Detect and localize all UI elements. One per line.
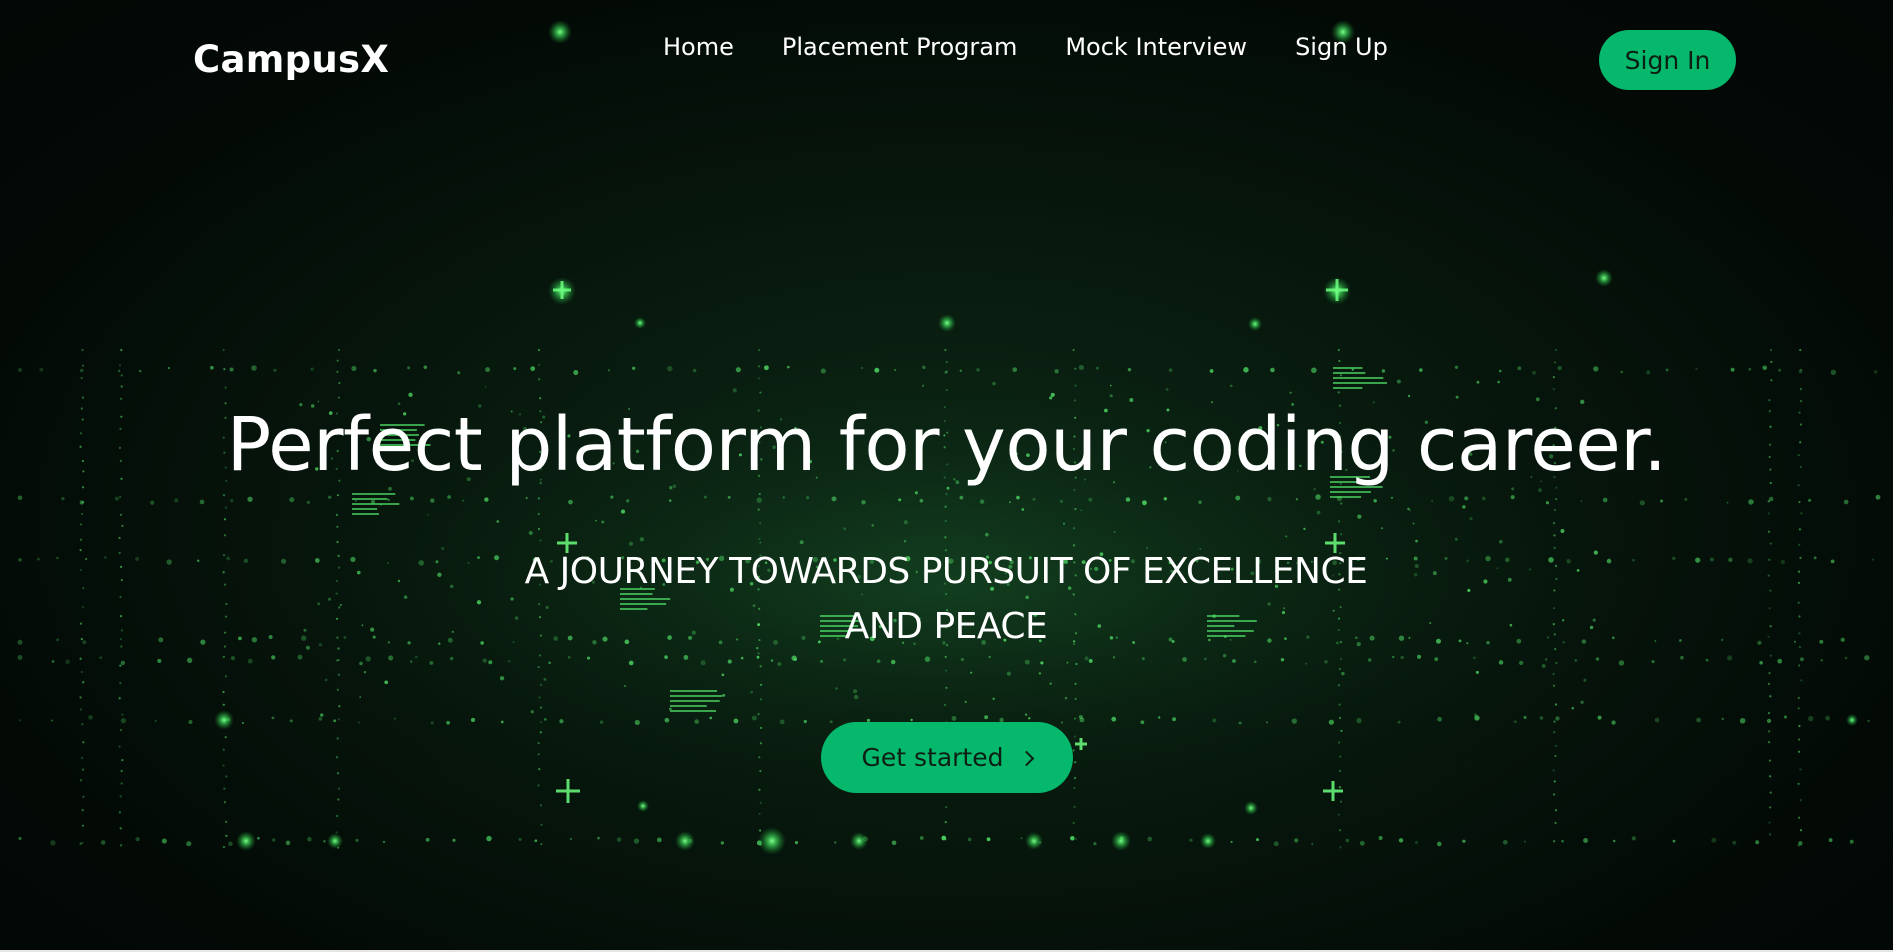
- hero-subtitle: A JOURNEY TOWARDS PURSUIT OF EXCELLENCE …: [524, 551, 1368, 647]
- hero-section: CampusX Home Placement Program Mock Inte…: [0, 0, 1893, 950]
- sign-in-button[interactable]: Sign In: [1599, 30, 1736, 90]
- nav-link-home[interactable]: Home: [663, 33, 734, 61]
- nav-links: Home Placement Program Mock Interview Si…: [663, 33, 1388, 61]
- brand-logo[interactable]: CampusX: [193, 38, 389, 81]
- nav-link-mock-interview[interactable]: Mock Interview: [1065, 33, 1247, 61]
- get-started-button[interactable]: Get started: [821, 722, 1073, 793]
- hero-title: Perfect platform for your coding career.: [226, 402, 1667, 488]
- nav-link-placement-program[interactable]: Placement Program: [782, 33, 1017, 61]
- get-started-label: Get started: [861, 743, 1004, 772]
- nav-link-sign-up[interactable]: Sign Up: [1295, 33, 1388, 61]
- top-navbar: CampusX Home Placement Program Mock Inte…: [0, 0, 1893, 120]
- chevron-right-icon: [1019, 750, 1035, 766]
